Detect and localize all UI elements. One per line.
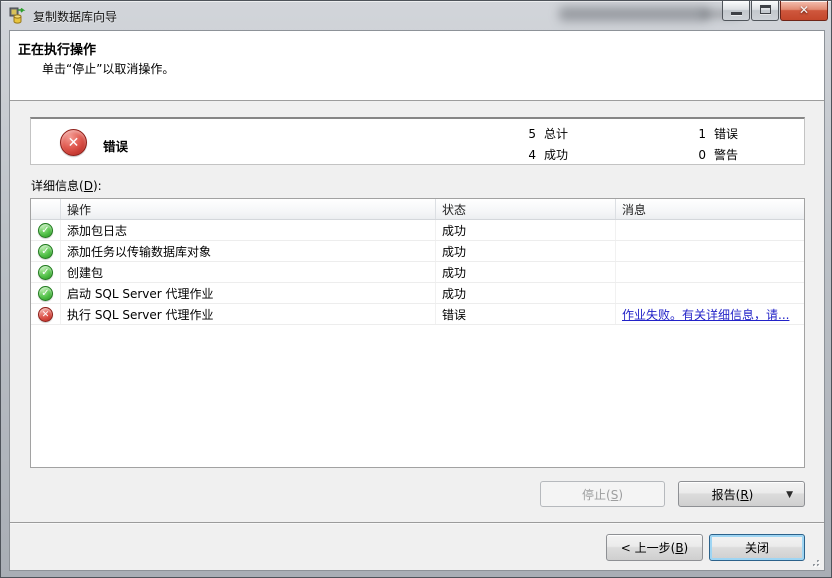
wizard-header: 正在执行操作 单击“停止”以取消操作。 — [10, 31, 824, 101]
details-table-body: 添加包日志 成功 添加任务以传输数据库对象 成功 创建包 成功 启动 SQL S… — [31, 220, 804, 325]
details-grid: 操作 状态 消息 添加包日志 成功 添加任务以传输数据库对象 成功 创建包 成功… — [30, 198, 805, 468]
execution-summary-panel: 错误 5 总计 4 成功 1 错误 0 警告 — [30, 117, 805, 165]
action-cell: 添加任务以传输数据库对象 — [61, 241, 436, 261]
success-icon — [38, 244, 53, 259]
table-row[interactable]: 执行 SQL Server 代理作业 错误 作业失败。有关详细信息，请... — [31, 304, 804, 325]
table-row[interactable]: 创建包 成功 — [31, 262, 804, 283]
page-subtitle: 单击“停止”以取消操作。 — [42, 60, 174, 77]
close-icon: ✕ — [781, 3, 827, 17]
page-title: 正在执行操作 — [18, 39, 96, 58]
stop-button[interactable]: 停止(S) — [540, 481, 665, 507]
dialog-client-area: 正在执行操作 单击“停止”以取消操作。 错误 5 总计 4 成功 1 错误 0 … — [9, 30, 825, 571]
status-cell: 成功 — [436, 220, 616, 240]
action-cell: 添加包日志 — [61, 220, 436, 240]
success-icon — [38, 265, 53, 280]
footer-divider — [10, 522, 824, 524]
dropdown-arrow-icon: ▼ — [786, 491, 793, 500]
warning-count-label: 警告 — [714, 145, 738, 166]
success-count: 4 — [476, 145, 536, 166]
column-header-icon[interactable] — [31, 199, 61, 219]
titlebar-blur-artifact — [559, 7, 709, 21]
maximize-button[interactable] — [751, 1, 779, 21]
message-cell — [616, 262, 804, 282]
close-window-button[interactable]: ✕ — [780, 1, 828, 21]
message-cell — [616, 241, 804, 261]
action-cell: 创建包 — [61, 262, 436, 282]
table-row[interactable]: 添加包日志 成功 — [31, 220, 804, 241]
status-cell: 成功 — [436, 283, 616, 303]
close-button[interactable]: 关闭 — [709, 534, 805, 561]
error-count: 1 — [656, 124, 706, 145]
table-row[interactable]: 添加任务以传输数据库对象 成功 — [31, 241, 804, 262]
back-button[interactable]: < 上一步(B) — [606, 534, 703, 561]
resize-grip[interactable] — [809, 555, 821, 567]
message-cell — [616, 220, 804, 240]
action-cell: 执行 SQL Server 代理作业 — [61, 304, 436, 324]
column-header-action[interactable]: 操作 — [61, 199, 436, 219]
summary-counts-right: 1 错误 0 警告 — [656, 124, 738, 166]
warning-count: 0 — [656, 145, 706, 166]
error-icon — [38, 307, 53, 322]
details-grid-header: 操作 状态 消息 — [31, 199, 804, 220]
success-icon — [38, 223, 53, 238]
copy-database-wizard-window: 复制数据库向导 ✕ 正在执行操作 单击“停止”以取消操作。 错误 5 — [0, 0, 832, 578]
minimize-button[interactable] — [722, 1, 750, 21]
success-count-label: 成功 — [544, 145, 568, 166]
error-status-icon — [60, 129, 87, 156]
titlebar[interactable]: 复制数据库向导 ✕ — [1, 1, 831, 30]
minimize-icon — [731, 12, 742, 15]
status-cell: 成功 — [436, 241, 616, 261]
window-title: 复制数据库向导 — [33, 8, 117, 25]
action-cell: 启动 SQL Server 代理作业 — [61, 283, 436, 303]
status-cell: 错误 — [436, 304, 616, 324]
caption-buttons: ✕ — [722, 1, 828, 21]
summary-counts-left: 5 总计 4 成功 — [476, 124, 568, 166]
column-header-message[interactable]: 消息 — [616, 199, 804, 219]
column-header-status[interactable]: 状态 — [436, 199, 616, 219]
error-count-label: 错误 — [714, 124, 738, 145]
maximize-icon — [760, 5, 771, 14]
copy-database-wizard-icon — [9, 7, 27, 25]
status-cell: 成功 — [436, 262, 616, 282]
total-count-label: 总计 — [544, 124, 568, 145]
success-icon — [38, 286, 53, 301]
message-cell: 作业失败。有关详细信息，请... — [616, 304, 804, 324]
error-message-link[interactable]: 作业失败。有关详细信息，请... — [622, 306, 789, 323]
message-cell — [616, 283, 804, 303]
summary-status-label: 错误 — [103, 136, 128, 155]
details-label: 详细信息(D): — [31, 177, 102, 194]
total-count: 5 — [476, 124, 536, 145]
report-button[interactable]: 报告(R) ▼ — [678, 481, 805, 507]
table-row[interactable]: 启动 SQL Server 代理作业 成功 — [31, 283, 804, 304]
